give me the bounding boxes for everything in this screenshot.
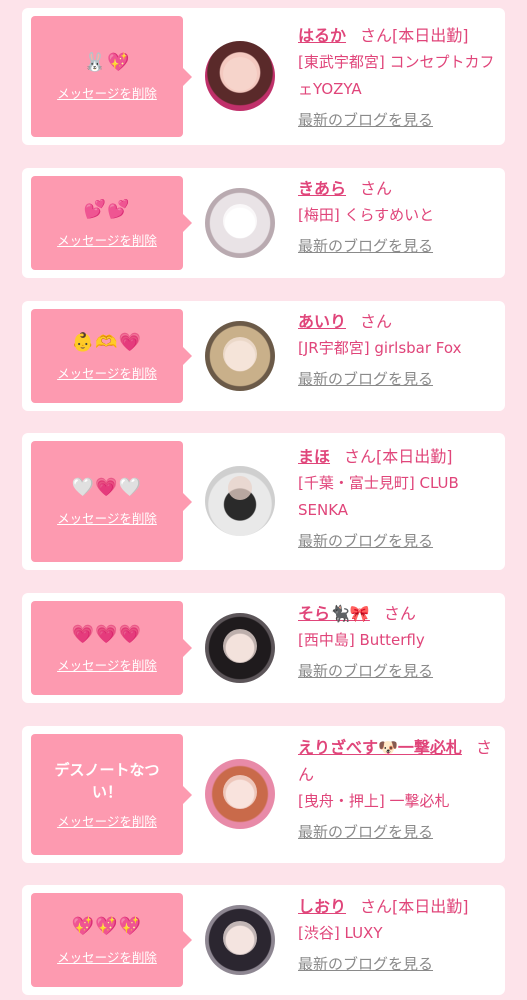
message-card: 👶🫶💗 メッセージを削除 あいり さん [JR宇都宮] girlsbar Fox … bbox=[22, 301, 505, 411]
message-card: 💗💗💗 メッセージを削除 そら🐈‍⬛🎀 さん [西中島] Butterfly 最新… bbox=[22, 593, 505, 703]
profile-name-link[interactable]: まほ bbox=[298, 447, 330, 466]
profile-name-link[interactable]: きあら bbox=[298, 179, 346, 198]
shop-name: [JR宇都宮] girlsbar Fox bbox=[298, 339, 462, 357]
profile-info: きあら さん [梅田] くらすめいと 最新のブログを見る bbox=[298, 175, 498, 257]
message-card: 🤍💗🤍 メッセージを削除 まほ さん[本日出勤] [千葉・富士見町] CLUB S… bbox=[22, 433, 505, 570]
latest-blog-link[interactable]: 最新のブログを見る bbox=[298, 660, 433, 682]
honorific: さん bbox=[344, 447, 377, 466]
latest-blog-link[interactable]: 最新のブログを見る bbox=[298, 953, 433, 975]
message-bubble: 👶🫶💗 メッセージを削除 bbox=[31, 309, 192, 403]
message-bubble: 🤍💗🤍 メッセージを削除 bbox=[31, 441, 192, 562]
profile-info: まほ さん[本日出勤] [千葉・富士見町] CLUB SENKA 最新のブログを見… bbox=[298, 443, 498, 552]
profile-name-link[interactable]: しおり bbox=[298, 897, 346, 916]
delete-message-link[interactable]: メッセージを削除 bbox=[57, 508, 157, 527]
message-text: 💕💕 bbox=[83, 198, 131, 220]
status-badge: [本日出勤] bbox=[392, 26, 469, 45]
honorific: さん bbox=[360, 179, 393, 198]
honorific: さん bbox=[360, 897, 393, 916]
avatar[interactable] bbox=[205, 41, 275, 111]
delete-message-link[interactable]: メッセージを削除 bbox=[57, 230, 157, 249]
avatar[interactable] bbox=[205, 466, 275, 536]
message-card: 💕💕 メッセージを削除 きあら さん [梅田] くらすめいと 最新のブログを見る bbox=[22, 168, 505, 278]
avatar[interactable] bbox=[205, 613, 275, 683]
shop-name: [曳舟・押上] 一撃必札 bbox=[298, 792, 450, 810]
status-badge: [本日出勤] bbox=[392, 897, 469, 916]
profile-info: はるか さん[本日出勤] [東武宇都宮] コンセプトカフェYOZYA 最新のブログ… bbox=[298, 22, 498, 131]
delete-message-link[interactable]: メッセージを削除 bbox=[57, 811, 157, 830]
profile-info: そら🐈‍⬛🎀 さん [西中島] Butterfly 最新のブログを見る bbox=[298, 600, 498, 682]
message-text: 💖💖💖 bbox=[71, 915, 143, 937]
honorific: さん bbox=[360, 26, 393, 45]
shop-name: [千葉・富士見町] CLUB SENKA bbox=[298, 474, 459, 519]
message-bubble: デスノートなつい！ メッセージを削除 bbox=[31, 734, 192, 855]
delete-message-link[interactable]: メッセージを削除 bbox=[57, 947, 157, 966]
honorific: さん bbox=[383, 604, 416, 623]
latest-blog-link[interactable]: 最新のブログを見る bbox=[298, 821, 433, 843]
message-card: 💖💖💖 メッセージを削除 しおり さん[本日出勤] [渋谷] LUXY 最新のブロ… bbox=[22, 885, 505, 995]
message-bubble: 💕💕 メッセージを削除 bbox=[31, 176, 192, 270]
shop-name: [梅田] くらすめいと bbox=[298, 206, 435, 224]
avatar[interactable] bbox=[205, 759, 275, 829]
shop-name: [渋谷] LUXY bbox=[298, 924, 383, 942]
latest-blog-link[interactable]: 最新のブログを見る bbox=[298, 530, 433, 552]
avatar[interactable] bbox=[205, 905, 275, 975]
message-card: デスノートなつい！ メッセージを削除 えりざべす🐶一撃必札 さん [曳舟・押上] … bbox=[22, 726, 505, 863]
profile-name-link[interactable]: はるか bbox=[298, 26, 346, 45]
latest-blog-link[interactable]: 最新のブログを見る bbox=[298, 235, 433, 257]
message-bubble: 💗💗💗 メッセージを削除 bbox=[31, 601, 192, 695]
message-text: デスノートなつい！ bbox=[54, 761, 160, 801]
message-text: 🤍💗🤍 bbox=[71, 477, 143, 498]
profile-info: あいり さん [JR宇都宮] girlsbar Fox 最新のブログを見る bbox=[298, 308, 498, 390]
shop-name: [西中島] Butterfly bbox=[298, 631, 425, 649]
delete-message-link[interactable]: メッセージを削除 bbox=[57, 363, 157, 382]
delete-message-link[interactable]: メッセージを削除 bbox=[57, 655, 157, 674]
latest-blog-link[interactable]: 最新のブログを見る bbox=[298, 368, 433, 390]
status-badge: [本日出勤] bbox=[376, 447, 453, 466]
latest-blog-link[interactable]: 最新のブログを見る bbox=[298, 109, 433, 131]
avatar[interactable] bbox=[205, 188, 275, 258]
avatar[interactable] bbox=[205, 321, 275, 391]
profile-info: しおり さん[本日出勤] [渋谷] LUXY 最新のブログを見る bbox=[298, 893, 498, 975]
message-bubble: 🐰💖 メッセージを削除 bbox=[31, 16, 192, 137]
delete-message-link[interactable]: メッセージを削除 bbox=[57, 83, 157, 102]
message-text: 💗💗💗 bbox=[71, 623, 143, 645]
profile-name-link[interactable]: そら🐈‍⬛🎀 bbox=[298, 604, 370, 623]
message-card: 🐰💖 メッセージを削除 はるか さん[本日出勤] [東武宇都宮] コンセプトカフェ… bbox=[22, 8, 505, 145]
honorific: さん bbox=[360, 312, 393, 331]
message-bubble: 💖💖💖 メッセージを削除 bbox=[31, 893, 192, 987]
message-text: 👶🫶💗 bbox=[71, 331, 143, 353]
message-text: 🐰💖 bbox=[83, 52, 131, 73]
profile-info: えりざべす🐶一撃必札 さん [曳舟・押上] 一撃必札 最新のブログを見る bbox=[298, 734, 498, 843]
profile-name-link[interactable]: えりざべす🐶一撃必札 bbox=[298, 738, 462, 757]
shop-name: [東武宇都宮] コンセプトカフェYOZYA bbox=[298, 53, 495, 98]
profile-name-link[interactable]: あいり bbox=[298, 312, 346, 331]
